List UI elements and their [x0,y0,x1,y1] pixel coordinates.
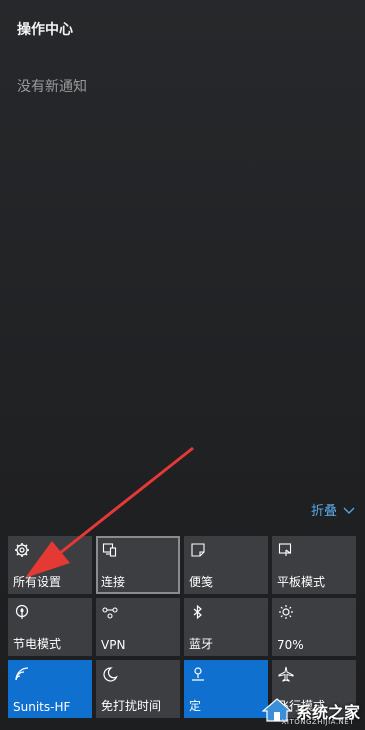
vpn-icon [102,607,118,619]
connect-icon [102,543,117,557]
tile-location[interactable]: 定 [184,660,268,718]
tile-brightness[interactable]: 70% [272,598,356,656]
brightness-icon [279,605,293,619]
tile-wifi[interactable]: Sunits-HF [8,660,92,718]
watermark-sub: XITONGZHIJIA.NET [281,718,354,726]
wifi-icon [15,667,29,681]
tile-tablet-mode[interactable]: 平板模式 [272,536,356,594]
collapse-button[interactable]: 折叠 [311,500,355,519]
bluetooth-icon [193,604,202,620]
tile-label: 蓝牙 [189,637,214,651]
gear-icon [15,543,29,557]
tile-label: 节电模式 [13,637,62,651]
action-center-panel: 操作中心 没有新通知 折叠 所有设置 连接 便笺 平板模式 节电模式 VPN 蓝… [0,0,365,730]
action-center-title: 操作中心 [17,22,73,38]
location-icon [192,667,204,681]
tile-label: 平板模式 [277,575,326,589]
collapse-label: 折叠 [310,504,337,519]
tile-label: 70% [277,638,304,652]
tile-label: Sunits-HF [13,700,71,714]
airplane-icon [278,666,294,682]
tile-label: VPN [101,638,126,652]
tile-label: 所有设置 [13,575,62,589]
moon-icon [103,667,118,682]
tile-battery-saver[interactable]: 节电模式 [8,598,92,656]
tile-connect[interactable]: 连接 [96,536,180,594]
tile-all-settings[interactable]: 所有设置 [8,536,92,594]
tile-label: 连接 [101,575,126,589]
watermark: 系统之家 XITONGZHIJIA.NET [261,697,360,726]
tile-quiet-hours[interactable]: 免打扰时间 [96,660,180,718]
quick-actions-grid: 所有设置 连接 便笺 平板模式 节电模式 VPN 蓝牙 70% Sunits-H… [8,536,356,718]
chevron-down-icon [343,507,355,514]
note-icon [191,543,205,557]
tile-bluetooth[interactable]: 蓝牙 [184,598,268,656]
tile-label: 便笺 [189,575,214,589]
battery-saver-icon [15,604,29,619]
tile-sticky-notes[interactable]: 便笺 [184,536,268,594]
no-notifications-text: 没有新通知 [17,79,87,95]
tile-vpn[interactable]: VPN [96,598,180,656]
tablet-mode-icon [278,543,292,556]
tile-label: 免打扰时间 [101,699,162,713]
tile-label: 定 [189,699,202,713]
